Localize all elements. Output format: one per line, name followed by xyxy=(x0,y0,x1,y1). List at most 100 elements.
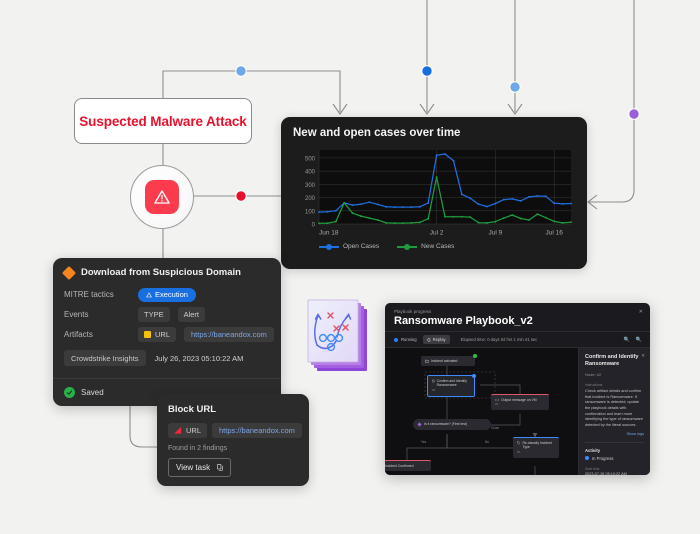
alert-node[interactable] xyxy=(130,165,194,229)
side-activity-label: Activity xyxy=(585,447,601,453)
svg-text:Jul 9: Jul 9 xyxy=(489,230,503,237)
flow-node-id: #2 xyxy=(432,387,436,392)
side-instructions-text: Check artifact details and confirm that … xyxy=(585,388,643,427)
flow-node-confirm-identify-ransomware[interactable]: Confirm and Identify Ransomware #2 xyxy=(427,375,475,397)
flow-node-label: Re-classify Incident Type xyxy=(522,441,552,450)
side-activity-status: In Progress xyxy=(585,456,644,461)
source-chip[interactable]: Crowdstrike Insights xyxy=(64,350,146,366)
search-icon[interactable]: 🔍 xyxy=(624,337,630,343)
flow-node-status-dot-green xyxy=(473,354,477,358)
block-url-link[interactable]: https://baneandox.com xyxy=(212,423,302,438)
flow-node-reclassify-incident-type[interactable]: Re-classify Incident Type #5 xyxy=(513,437,559,458)
zoom-icon[interactable]: 🔍 xyxy=(636,337,642,343)
legend-label-new-cases: New Cases xyxy=(421,243,455,250)
playbook-illustration xyxy=(303,297,381,383)
chip-event-type[interactable]: TYPE xyxy=(138,306,170,322)
block-url-card[interactable]: Block URL URL https://baneandox.com Foun… xyxy=(157,394,309,486)
row-artifacts: Artifacts URL https://baneandox.com xyxy=(53,324,281,344)
playbook-window[interactable]: Playbook progress Ransomware Playbook_v2… xyxy=(385,303,650,475)
connector-dot-blue-light-top xyxy=(235,65,247,77)
edge-label-no: No xyxy=(485,440,490,444)
alert-title-box[interactable]: Suspected Malware Attack xyxy=(74,98,252,144)
legend-item-new-cases: New Cases xyxy=(397,243,454,250)
side-start-value: 2023-07-26 05:10:22 AM xyxy=(585,471,627,475)
download-card-meta: Crowdstrike Insights July 26, 2023 05:10… xyxy=(53,344,281,366)
playbook-title: Ransomware Playbook_v2 xyxy=(394,315,533,327)
playbook-flow-canvas[interactable]: Incident activated Confirm and Identify … xyxy=(385,348,578,475)
playbook-kicker: Playbook progress xyxy=(394,309,432,314)
close-icon[interactable]: ✕ xyxy=(639,309,643,315)
side-panel-node-id: Node: #2 xyxy=(585,371,602,377)
side-activity-status-label: In Progress xyxy=(592,455,614,461)
chip-event-value[interactable]: Alert xyxy=(177,306,206,322)
badge-execution-label: Execution xyxy=(155,290,188,299)
decision-icon xyxy=(417,422,422,427)
flow-node-incident-confirmed[interactable]: Incident Confirmed xyxy=(385,460,431,472)
download-card-header: Download from Suspicious Domain xyxy=(53,258,281,285)
svg-text:400: 400 xyxy=(305,170,316,176)
playbook-header: Playbook progress Ransomware Playbook_v2… xyxy=(385,303,650,331)
chart-title: New and open cases over time xyxy=(293,127,461,139)
svg-text:300: 300 xyxy=(305,183,316,189)
flow-node-label: Incident activated xyxy=(431,359,458,363)
playbook-toolbar: Running Replay Elapsed time: 0 days 04 h… xyxy=(385,331,650,348)
side-start-label: Start time xyxy=(585,466,600,471)
replay-button[interactable]: Replay xyxy=(422,335,450,344)
code-icon xyxy=(495,398,499,402)
legend-swatch-open-cases xyxy=(319,243,339,250)
replay-label: Replay xyxy=(432,337,446,342)
url-swatch-icon xyxy=(144,330,151,338)
connector-dot-blue-light-mid xyxy=(509,81,521,93)
status-dot-icon xyxy=(585,456,589,461)
svg-text:100: 100 xyxy=(305,209,316,215)
row-mitre-tactics: MITRE tactics Execution xyxy=(53,285,281,304)
svg-text:0: 0 xyxy=(312,223,316,229)
svg-text:500: 500 xyxy=(305,156,316,162)
warning-triangle-icon xyxy=(146,291,152,297)
connector-dot-blue-top xyxy=(421,65,433,77)
svg-text:Jul 16: Jul 16 xyxy=(546,230,564,237)
flow-node-output-message-vm[interactable]: Output message on VM #3 xyxy=(491,394,549,411)
artifact-url-link[interactable]: https://baneandox.com xyxy=(184,326,274,342)
playbook-side-panel: ✕ Confirm and Identify Ransomware Node: … xyxy=(578,348,650,475)
label-mitre-tactics: MITRE tactics xyxy=(64,290,114,299)
playbook-cards-icon xyxy=(307,299,367,371)
side-divider xyxy=(585,441,644,443)
label-events: Events xyxy=(64,309,89,319)
legend-item-open-cases: Open Cases xyxy=(319,243,379,250)
canvas-root: Suspected Malware Attack New and open ca… xyxy=(0,0,700,534)
replay-icon xyxy=(427,337,431,342)
download-card[interactable]: Download from Suspicious Domain MITRE ta… xyxy=(53,258,281,406)
chip-artifact-type-label: URL xyxy=(155,329,171,339)
svg-text:200: 200 xyxy=(305,196,316,202)
legend-swatch-new-cases xyxy=(397,243,418,250)
status-badge: Saved xyxy=(81,388,104,397)
svg-text:Jun 18: Jun 18 xyxy=(319,230,339,237)
chip-block-type-label: URL xyxy=(186,426,202,435)
side-close-icon[interactable]: ✕ xyxy=(641,353,645,359)
chart-panel: New and open cases over time 0 100 200 300 4… xyxy=(281,117,587,269)
show-logs-link[interactable]: Show logs xyxy=(585,432,644,436)
badge-execution[interactable]: Execution xyxy=(138,287,196,302)
flow-node-is-ransomware-decision[interactable]: Is it ransomware? (First test) xyxy=(413,419,491,430)
diamond-icon xyxy=(61,265,77,280)
flow-node-incident-activated[interactable]: Incident activated xyxy=(421,356,475,367)
flow-node-label: Is it ransomware? (First test) xyxy=(424,422,467,427)
playbook-status-label: Running xyxy=(401,337,417,342)
flow-node-label: Confirm and Identify Ransomware xyxy=(436,379,467,388)
edge-label-close: Close xyxy=(491,426,500,430)
side-panel-title: Confirm and Identify Ransomware xyxy=(585,354,639,368)
view-task-button[interactable]: View task xyxy=(168,458,232,477)
flow-node-label: Output message on VM xyxy=(501,398,537,402)
side-instructions-label: Instructions xyxy=(585,382,603,387)
timestamp: July 26, 2023 05:10:22 AM xyxy=(154,353,244,363)
playbook-status: Running xyxy=(394,337,417,342)
block-url-artifact-row: URL https://baneandox.com xyxy=(157,415,309,438)
row-events: Events TYPE Alert xyxy=(53,304,281,324)
chart-svg: 0 100 200 300 400 500 Jun 18 Jul 2 Jul 9 Jul 16 xyxy=(305,150,572,237)
chip-artifact-type[interactable]: URL xyxy=(138,326,177,342)
connector-dot-red xyxy=(235,190,247,202)
flow-node-id: #3 xyxy=(495,402,499,407)
connector-dot-purple xyxy=(628,108,640,120)
chip-block-type[interactable]: URL xyxy=(168,423,208,438)
